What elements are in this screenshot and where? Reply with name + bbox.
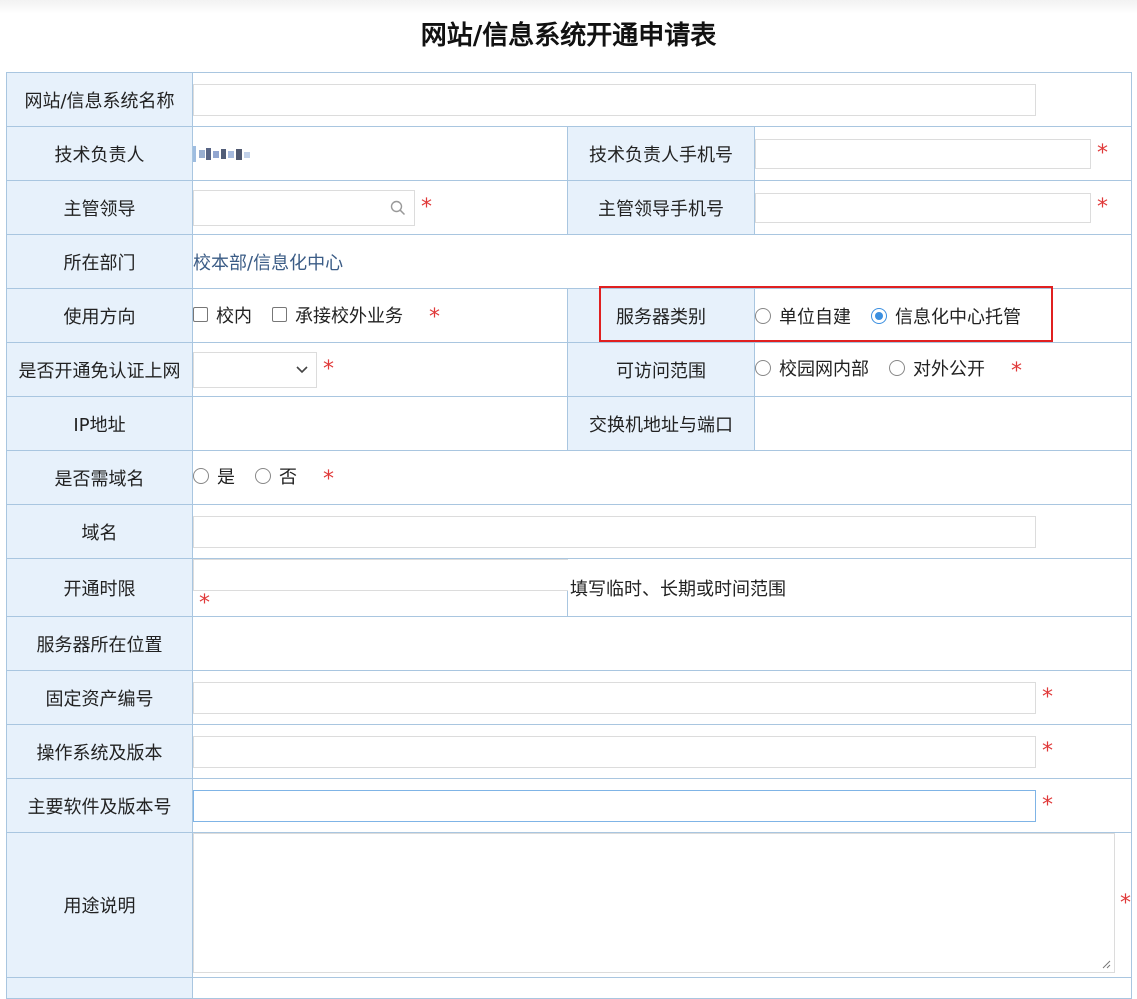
search-icon[interactable]	[390, 200, 406, 216]
system-name-label: 网站/信息系统名称	[6, 72, 193, 127]
radio-public[interactable]	[889, 360, 905, 377]
resize-grip-icon[interactable]	[1101, 959, 1111, 969]
need-domain-label: 是否需域名	[6, 450, 193, 505]
radio-no[interactable]	[255, 468, 271, 485]
leader-phone-label: 主管领导手机号	[567, 180, 755, 235]
required-mark: *	[1097, 141, 1108, 166]
required-mark: *	[323, 466, 334, 492]
access-scope-label: 可访问范围	[567, 342, 755, 397]
switch-label: 交换机地址与端口	[567, 396, 755, 451]
row-department: 所在部门 校本部/信息化中心	[6, 234, 1133, 289]
row-next-partial	[6, 977, 1133, 999]
asset-no-label: 固定资产编号	[6, 670, 193, 725]
system-name-input[interactable]	[193, 83, 1036, 116]
software-input[interactable]	[193, 789, 1036, 822]
row-system-name: 网站/信息系统名称	[6, 72, 1133, 127]
department-value: 校本部/信息化中心	[193, 252, 344, 274]
checkbox-external[interactable]	[272, 307, 287, 322]
radio-yes[interactable]	[193, 468, 209, 485]
server-type-option-hosted[interactable]: 信息化中心托管	[871, 303, 1021, 329]
row-ip: IP地址 交换机地址与端口	[6, 396, 1133, 451]
required-mark: *	[1042, 739, 1053, 764]
required-mark: *	[1042, 685, 1053, 710]
tech-phone-label: 技术负责人手机号	[567, 126, 755, 181]
domain-option-no[interactable]: 否	[255, 463, 297, 489]
domain-label: 域名	[6, 504, 193, 559]
leader-search-input[interactable]	[193, 189, 415, 226]
asset-no-input[interactable]	[193, 681, 1036, 714]
ip-label: IP地址	[6, 396, 193, 451]
switch-value	[753, 396, 1133, 451]
row-tech-owner: 技术负责人 技术负责人手机号 *	[6, 126, 1133, 181]
row-usage: 使用方向 校内 承接校外业务 * 服务器类别 单位自建 信息化中心托管	[6, 288, 1133, 343]
required-mark: *	[429, 304, 440, 330]
page-title: 网站/信息系统开通申请表	[0, 0, 1137, 72]
row-purpose: 用途说明 *	[6, 832, 1133, 978]
department-label: 所在部门	[6, 234, 193, 289]
access-option-public[interactable]: 对外公开	[889, 355, 985, 381]
server-type-option-self[interactable]: 单位自建	[755, 303, 851, 329]
row-need-domain: 是否需域名 是否 *	[6, 450, 1133, 505]
required-mark: *	[1097, 195, 1108, 220]
usage-option-campus[interactable]: 校内	[193, 302, 252, 328]
leader-phone-input[interactable]	[755, 192, 1091, 223]
row-duration: 开通时限 * 填写临时、长期或时间范围	[6, 558, 1133, 617]
usage-option-external[interactable]: 承接校外业务	[272, 302, 403, 328]
row-os: 操作系统及版本 *	[6, 724, 1133, 779]
access-option-campus[interactable]: 校园网内部	[755, 355, 869, 381]
os-input[interactable]	[193, 735, 1036, 768]
duration-hint: 填写临时、长期或时间范围	[570, 578, 786, 600]
required-mark: *	[1011, 358, 1022, 384]
tech-phone-input[interactable]	[755, 138, 1091, 169]
domain-option-yes[interactable]: 是	[193, 463, 235, 489]
leader-label: 主管领导	[6, 180, 193, 235]
auth-free-select[interactable]	[193, 351, 317, 388]
required-mark: *	[421, 195, 432, 220]
row-server-location: 服务器所在位置	[6, 616, 1133, 671]
radio-self-built[interactable]	[755, 307, 771, 324]
application-form-table: 网站/信息系统名称 技术负责人 技术负责人手机号 * 主管领导 * 主管领导手机…	[6, 72, 1133, 999]
masked-name-image	[193, 145, 250, 162]
tech-owner-label: 技术负责人	[6, 126, 193, 181]
radio-hosted-selected[interactable]	[871, 307, 887, 324]
auth-free-label: 是否开通免认证上网	[6, 342, 193, 397]
purpose-textarea[interactable]	[193, 833, 1115, 973]
server-location-label: 服务器所在位置	[6, 616, 193, 671]
required-mark: *	[323, 357, 334, 382]
server-type-label: 服务器类别	[567, 288, 755, 343]
server-location-value	[191, 616, 1133, 671]
row-asset-no: 固定资产编号 *	[6, 670, 1133, 725]
required-mark: *	[1120, 891, 1132, 916]
row-leader: 主管领导 * 主管领导手机号 *	[6, 180, 1133, 235]
row-domain: 域名	[6, 504, 1133, 559]
purpose-label: 用途说明	[6, 832, 193, 978]
usage-label: 使用方向	[6, 288, 193, 343]
os-label: 操作系统及版本	[6, 724, 193, 779]
checkbox-campus[interactable]	[193, 307, 208, 322]
radio-campus-internal[interactable]	[755, 360, 771, 377]
chevron-down-icon	[296, 365, 308, 373]
row-software: 主要软件及版本号 *	[6, 778, 1133, 833]
ip-value	[192, 396, 568, 451]
required-mark: *	[199, 591, 210, 616]
software-label: 主要软件及版本号	[6, 778, 193, 833]
domain-input[interactable]	[193, 515, 1036, 548]
row-auth-free: 是否开通免认证上网 * 可访问范围 校园网内部 对外公开 *	[6, 342, 1133, 397]
required-mark: *	[1042, 793, 1053, 818]
duration-label: 开通时限	[6, 558, 193, 617]
